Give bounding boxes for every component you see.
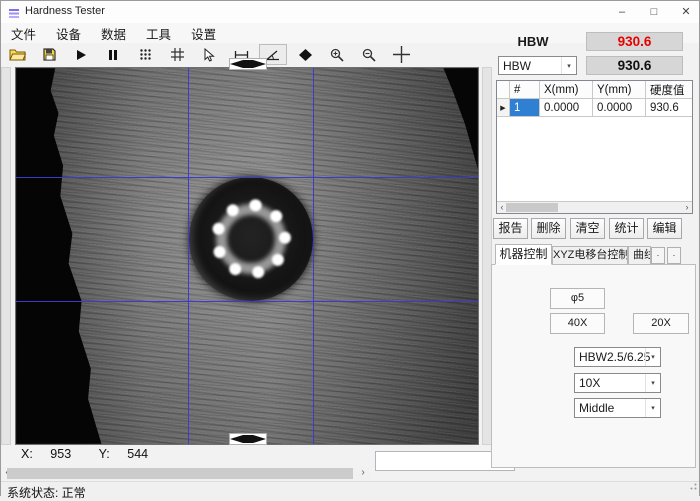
save-icon[interactable] [35, 44, 63, 65]
scrollbar-thumb[interactable] [7, 468, 353, 479]
system-status-text: 系统状态: 正常 [7, 484, 86, 501]
tab-xyz-stage-control[interactable]: XYZ电移台控制 [552, 246, 628, 265]
camera-image-view[interactable] [15, 67, 479, 445]
cell-x[interactable]: 0.0000 [540, 99, 593, 116]
zoom-out-icon[interactable] [355, 44, 383, 65]
col-header-hardness[interactable]: 硬度值 [646, 81, 692, 98]
results-table: # X(mm) Y(mm) 硬度值 ▶ 1 0.0000 0.0000 930.… [496, 80, 693, 214]
chevron-down-icon[interactable]: ▾ [645, 348, 660, 366]
menu-device[interactable]: 设备 [46, 22, 91, 45]
force-select[interactable]: HBW2.5/6.25 ▾ [574, 347, 661, 367]
menu-file[interactable]: 文件 [1, 22, 46, 45]
calibrate-dots-icon[interactable] [131, 44, 159, 65]
objective-40x-button[interactable]: 40X [550, 313, 605, 334]
magnification-select[interactable]: 10X ▾ [574, 373, 661, 393]
table-horizontal-scrollbar[interactable]: ‹ › [497, 201, 692, 213]
minimize-button[interactable]: – [607, 1, 637, 23]
scroll-right-icon[interactable]: › [357, 467, 369, 480]
current-hardness-value: 930.6 [586, 32, 683, 51]
crosshair-line-left [188, 68, 189, 444]
edit-button[interactable]: 编辑 [647, 218, 682, 239]
scale-select[interactable]: HBW ▾ [498, 56, 577, 75]
col-header-y[interactable]: Y(mm) [593, 81, 646, 98]
scale-select-value: HBW [503, 59, 531, 73]
status-bar: 系统状态: 正常 [1, 481, 699, 497]
tab-curve[interactable]: 曲线 [628, 246, 651, 265]
app-window: Hardness Tester – □ ✕ 文件 设备 数据 工具 设置 [0, 0, 700, 496]
menu-tools[interactable]: 工具 [136, 22, 181, 45]
cursor-coordinates: X: 953 Y: 544 [21, 447, 148, 461]
title-bar: Hardness Tester – □ ✕ [1, 1, 699, 23]
chevron-down-icon[interactable]: ▾ [645, 399, 660, 417]
scrollbar-thumb[interactable] [506, 203, 558, 212]
top-measure-marker[interactable] [229, 58, 267, 70]
play-icon[interactable] [67, 44, 95, 65]
toolbar [3, 43, 415, 66]
crosshair-line-right [313, 68, 314, 444]
delete-button[interactable]: 删除 [531, 218, 566, 239]
close-button[interactable]: ✕ [671, 1, 700, 23]
grade-select[interactable]: Middle ▾ [574, 398, 661, 418]
scale-label: HBW [498, 34, 568, 49]
table-row[interactable]: ▶ 1 0.0000 0.0000 930.6 [497, 99, 692, 117]
row-selector-icon[interactable]: ▶ [497, 99, 510, 116]
cell-y[interactable]: 0.0000 [593, 99, 646, 116]
force-select-value: HBW2.5/6.25 [579, 350, 650, 364]
chevron-down-icon[interactable]: ▾ [561, 57, 576, 74]
coord-y-label: Y: [99, 447, 110, 461]
window-title: Hardness Tester [25, 5, 105, 17]
clear-button[interactable]: 清空 [570, 218, 605, 239]
indenter-button[interactable]: φ5 [550, 288, 605, 309]
col-header-num[interactable]: # [510, 81, 540, 98]
image-horizontal-scrollbar[interactable]: ‹ › [1, 467, 369, 480]
menu-settings[interactable]: 设置 [181, 22, 226, 45]
cursor-icon[interactable] [195, 44, 223, 65]
coord-x-label: X: [21, 447, 33, 461]
cell-hardness[interactable]: 930.6 [646, 99, 692, 116]
resize-grip-icon[interactable] [689, 477, 697, 495]
scroll-right-icon[interactable]: › [682, 202, 692, 213]
stats-button[interactable]: 统计 [609, 218, 644, 239]
crosshair-line-bottom [16, 301, 478, 302]
magnification-select-value: 10X [579, 376, 600, 390]
report-button[interactable]: 报告 [493, 218, 528, 239]
coord-x-value: 953 [50, 447, 71, 461]
col-header-x[interactable]: X(mm) [540, 81, 593, 98]
tab-scroll-left-button[interactable]: · [651, 247, 665, 264]
last-hardness-value: 930.6 [586, 56, 683, 75]
pause-icon[interactable] [99, 44, 127, 65]
zoom-in-icon[interactable] [323, 44, 351, 65]
tab-machine-control[interactable]: 机器控制 [495, 244, 552, 265]
cell-num[interactable]: 1 [510, 99, 540, 116]
bottom-measure-marker[interactable] [229, 433, 267, 445]
objective-20x-button[interactable]: 20X [633, 313, 689, 334]
coord-y-value: 544 [127, 447, 148, 461]
grade-select-value: Middle [579, 401, 614, 415]
row-selector-header [497, 81, 510, 98]
eraser-icon[interactable] [291, 44, 319, 65]
open-folder-icon[interactable] [3, 44, 31, 65]
tab-scroll-right-button[interactable]: · [667, 247, 681, 264]
left-splitter[interactable] [1, 67, 11, 445]
maximize-button[interactable]: □ [639, 1, 669, 23]
menu-data[interactable]: 数据 [91, 22, 136, 45]
table-header-row: # X(mm) Y(mm) 硬度值 [497, 81, 692, 99]
grid-icon[interactable] [163, 44, 191, 65]
chevron-down-icon[interactable]: ▾ [645, 374, 660, 392]
crosshair-line-top [16, 177, 478, 178]
crosshair-icon[interactable] [387, 44, 415, 65]
